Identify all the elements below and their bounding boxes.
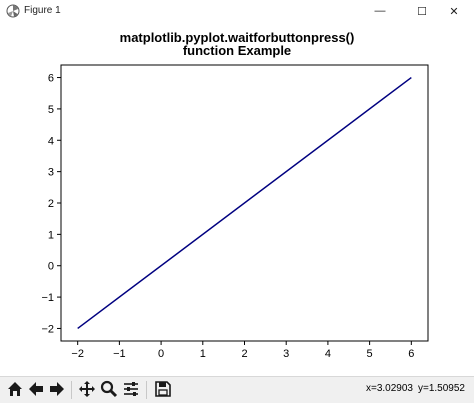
- navigation-toolbar: x=3.02903 y=1.50952: [0, 376, 474, 403]
- home-icon: [8, 382, 22, 396]
- y-tick-label: −2: [41, 323, 54, 335]
- matplotlib-logo-icon: [6, 4, 20, 18]
- forward-icon: [50, 382, 64, 396]
- figure-canvas[interactable]: matplotlib.pyplot.waitforbuttonpress() f…: [0, 22, 474, 374]
- configure-subplots-button[interactable]: [122, 380, 140, 400]
- window-title: Figure 1: [24, 5, 61, 16]
- title-bar[interactable]: Figure 1 — ☐ ✕: [0, 0, 474, 22]
- save-button[interactable]: [154, 380, 172, 400]
- x-tick-label: −1: [113, 348, 126, 360]
- minimize-button[interactable]: —: [360, 0, 400, 22]
- y-tick-label: 1: [48, 229, 54, 241]
- x-tick-label: 3: [283, 348, 289, 360]
- x-tick-label: 6: [408, 348, 414, 360]
- pan-button[interactable]: [78, 380, 96, 400]
- cursor-x-readout: x=3.02903: [366, 383, 413, 394]
- y-tick-label: 4: [48, 135, 54, 147]
- save-icon: [155, 381, 171, 397]
- zoom-button[interactable]: [100, 380, 118, 400]
- forward-button[interactable]: [48, 380, 66, 400]
- x-tick-label: −2: [71, 348, 84, 360]
- figure-window: Figure 1 — ☐ ✕ matplotlib.pyplot.waitfor…: [0, 0, 474, 403]
- y-tick-label: 2: [48, 198, 54, 210]
- y-tick-label: 3: [48, 167, 54, 179]
- x-tick-label: 0: [158, 348, 164, 360]
- back-icon: [29, 382, 43, 396]
- home-button[interactable]: [6, 380, 24, 400]
- toolbar-separator: [71, 381, 72, 399]
- zoom-icon: [100, 380, 118, 398]
- back-button[interactable]: [27, 380, 45, 400]
- x-tick-label: 1: [200, 348, 206, 360]
- x-tick-label: 4: [325, 348, 331, 360]
- y-tick-label: −1: [41, 292, 54, 304]
- maximize-icon: ☐: [417, 5, 427, 18]
- y-tick-label: 5: [48, 104, 54, 116]
- y-tick-label: 6: [48, 73, 54, 85]
- close-button[interactable]: ✕: [434, 0, 474, 22]
- close-icon: ✕: [449, 5, 459, 18]
- pan-icon: [79, 381, 95, 397]
- x-tick-label: 5: [367, 348, 373, 360]
- minimize-icon: —: [374, 5, 386, 17]
- toolbar-separator: [146, 381, 147, 399]
- y-tick-label: 0: [48, 261, 54, 273]
- subplots-icon: [124, 382, 138, 396]
- chart-svg: −2 −1 0 1 2 3 4 5 6 −2 −1 0 1 2 3 4 5 6: [41, 64, 429, 360]
- cursor-y-readout: y=1.50952: [418, 383, 465, 394]
- x-tick-label: 2: [241, 348, 247, 360]
